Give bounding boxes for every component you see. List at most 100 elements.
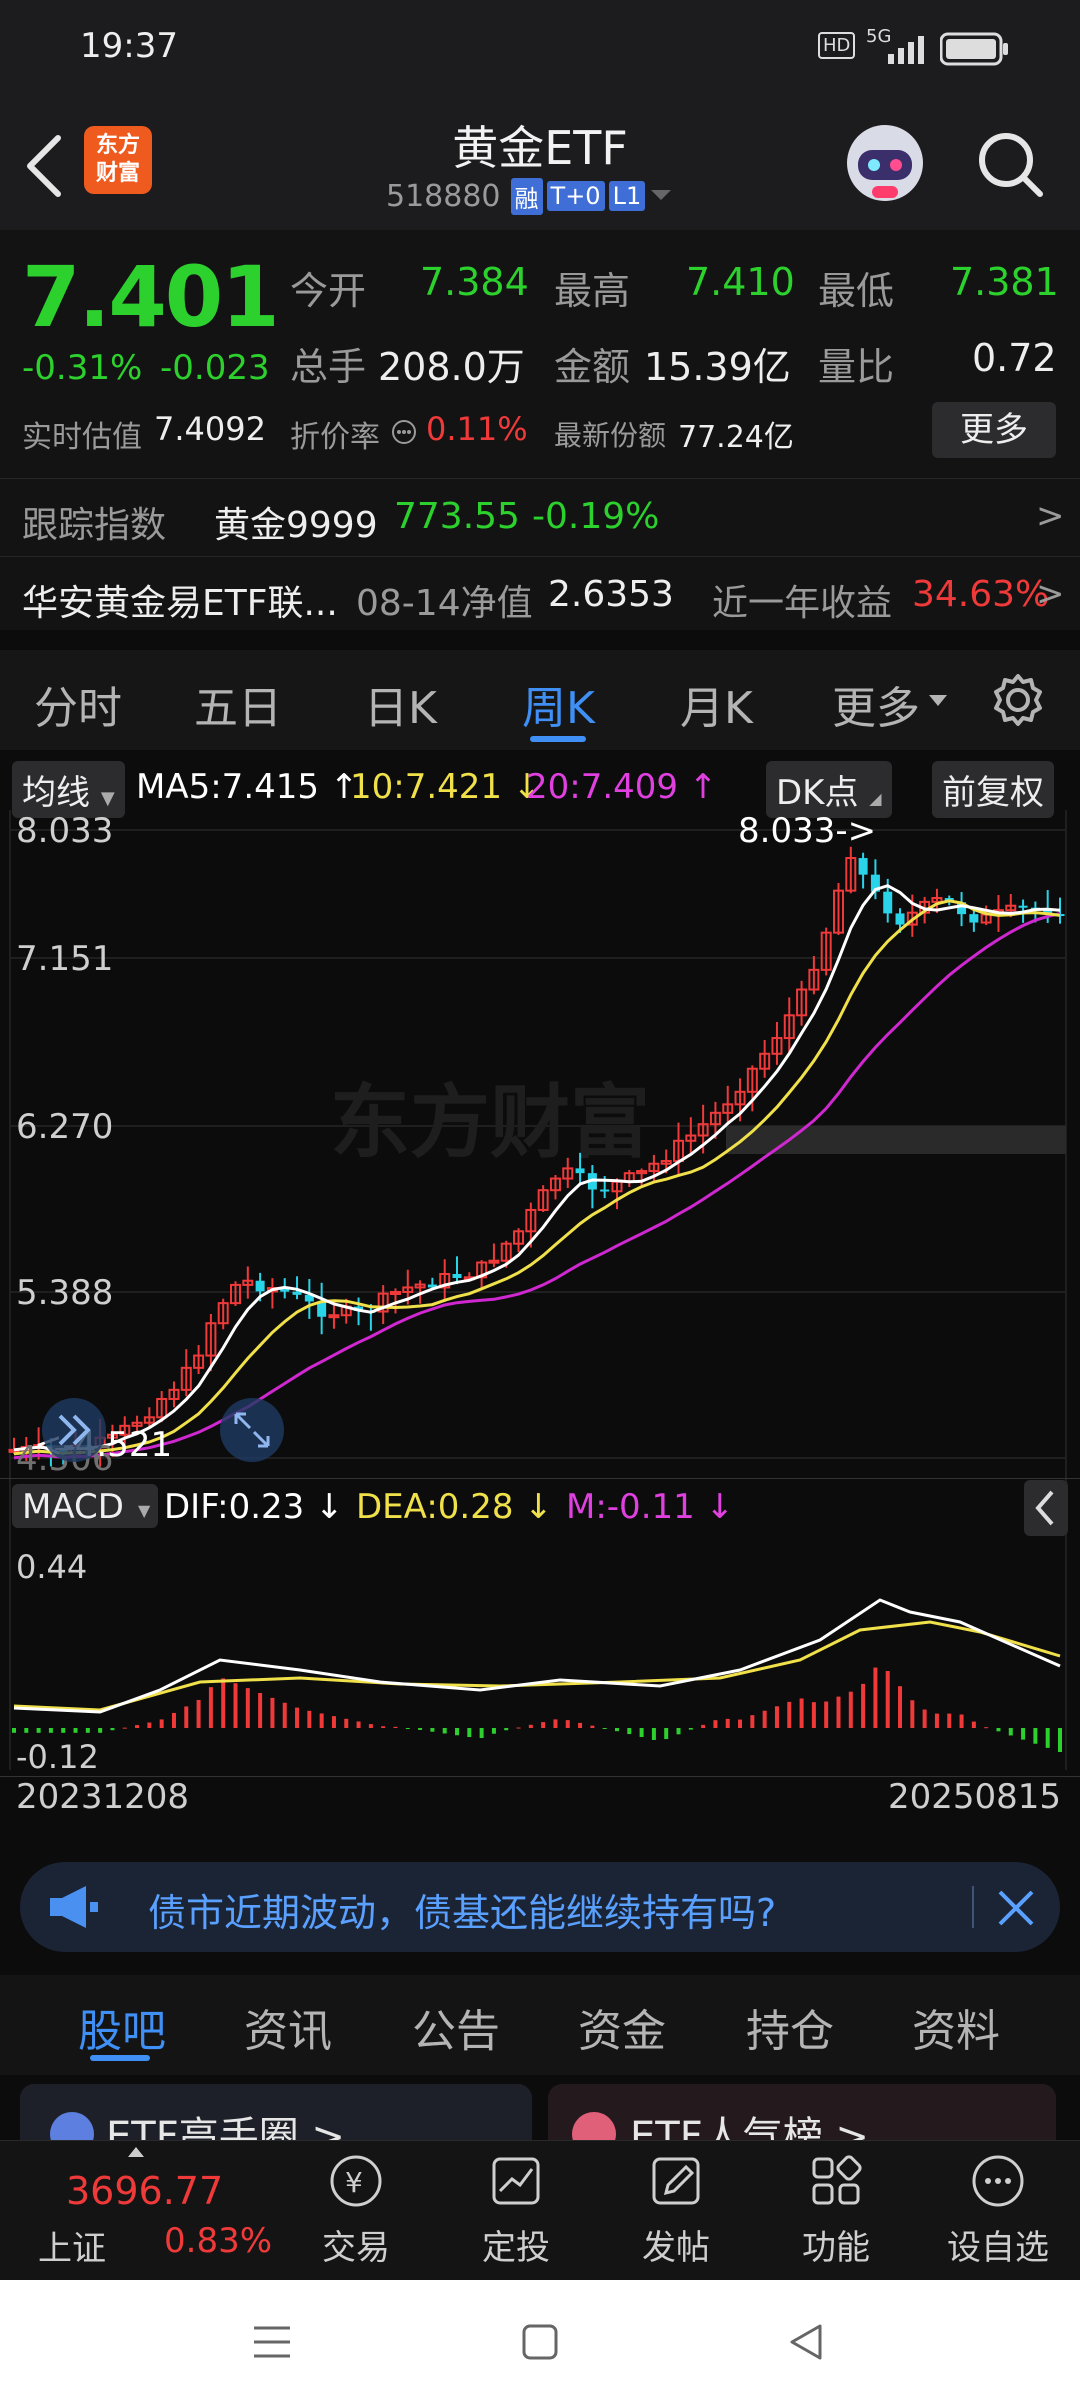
iopv-value: 7.4092: [154, 410, 266, 448]
nav-invest-plan[interactable]: 定投: [456, 2151, 576, 2269]
macd-bar: [836, 1696, 841, 1728]
macd-bar: [1033, 1728, 1038, 1744]
back-nav-icon[interactable]: [786, 2322, 826, 2362]
macd-bar: [73, 1728, 78, 1733]
tracking-index-row[interactable]: 跟踪指数 黄金9999 773.55 -0.19% >: [0, 478, 1080, 556]
chevron-down-icon[interactable]: [649, 188, 673, 204]
grid-icon: [812, 2155, 862, 2205]
tracking-name: 黄金9999: [214, 505, 378, 546]
macd-bar: [393, 1726, 398, 1728]
search-icon[interactable]: [976, 130, 1046, 200]
macd-bar: [1008, 1728, 1013, 1736]
index-ticker[interactable]: 3696.77 上证 0.83%: [0, 2141, 280, 2281]
price-axis-label: 6.270: [16, 1107, 113, 1147]
tab-announcements[interactable]: 公告: [412, 1995, 500, 2059]
macd-bar: [934, 1713, 939, 1728]
expand-left-button[interactable]: [42, 1398, 106, 1462]
open-label: 今开: [290, 269, 367, 313]
settings-gear-icon[interactable]: [990, 672, 1046, 728]
macd-bar: [824, 1701, 829, 1728]
macd-bar: [455, 1728, 460, 1736]
section-tabs: 股吧 资讯 公告 资金 持仓 资料: [0, 1975, 1080, 2075]
high-label: 最高: [554, 269, 631, 313]
tab-holdings[interactable]: 持仓: [746, 1995, 834, 2059]
tab-news[interactable]: 资讯: [244, 1995, 332, 2059]
candle-body: [255, 1280, 265, 1292]
macd-bar: [553, 1719, 558, 1728]
svg-text:¥: ¥: [345, 2166, 363, 2199]
index-change: 0.83%: [164, 2221, 273, 2261]
news-banner[interactable]: 债市近期波动，债基还能继续持有吗?: [20, 1862, 1060, 1952]
robot-assistant-icon[interactable]: [842, 120, 928, 206]
code-row: 518880 融 T+0 L1: [386, 177, 673, 215]
up-triangle-icon: [128, 2147, 144, 2157]
t0-badge: T+0: [546, 181, 605, 211]
candle-body: [328, 1314, 340, 1319]
tab-monthly-k[interactable]: 月K: [680, 672, 753, 736]
nav-functions[interactable]: 功能: [776, 2151, 896, 2269]
tab-more[interactable]: 更多: [832, 672, 920, 736]
nav-add-watchlist[interactable]: 设自选: [938, 2151, 1058, 2269]
macd-bar: [885, 1671, 890, 1728]
nav-trade[interactable]: ¥ 交易: [296, 2151, 416, 2269]
fullscreen-button[interactable]: [220, 1398, 284, 1462]
macd-bar: [725, 1718, 730, 1728]
macd-axis-label: 0.44: [16, 1548, 87, 1586]
macd-bar: [713, 1720, 718, 1728]
tab-weekly-k[interactable]: 周K: [522, 672, 595, 736]
chart-up-icon: [492, 2157, 540, 2205]
ma-indicator-bar: 均线 ▼ MA5:7.415 ↑ 10:7.421 ↓ 20:7.409 ↑ D…: [0, 757, 1080, 818]
tab-profile[interactable]: 资料: [912, 1995, 1000, 2059]
more-button[interactable]: 更多: [932, 402, 1056, 458]
tab-five-day[interactable]: 五日: [194, 672, 282, 736]
volume-value: 208.0万: [378, 345, 525, 389]
price-axis-label: 8.033: [16, 811, 113, 851]
nav-label: 设自选: [947, 2228, 1049, 2268]
macd-bar: [36, 1728, 41, 1733]
collapse-panel-button[interactable]: [1024, 1480, 1068, 1536]
macd-bar: [467, 1728, 472, 1738]
macd-bar: [295, 1707, 300, 1728]
nav-post[interactable]: 发帖: [616, 2151, 736, 2269]
bottom-nav: 3696.77 上证 0.83% ¥ 交易 定投 发帖 功能 设自选: [0, 2140, 1080, 2280]
change-pct: -0.31%: [22, 348, 143, 388]
fund-row[interactable]: 华安黄金易ETF联... 08-14净值 2.6353 近一年收益 34.63%…: [0, 556, 1080, 630]
etf-experts-card[interactable]: ETF高手圈 >: [20, 2084, 532, 2140]
macd-bar: [528, 1724, 533, 1728]
caret-down-icon: [929, 695, 947, 706]
macd-axis-label: -0.12: [16, 1738, 99, 1776]
close-icon[interactable]: [994, 1886, 1038, 1930]
nav-value: 2.6353: [548, 574, 674, 615]
experts-icon: [50, 2112, 94, 2140]
tab-intraday[interactable]: 分时: [34, 672, 122, 736]
caret-down-icon: ▼: [100, 788, 115, 809]
macd-bar: [1045, 1728, 1050, 1748]
macd-selector-label: MACD: [22, 1487, 124, 1527]
info-icon[interactable]: [390, 418, 418, 446]
macd-bar: [898, 1686, 903, 1728]
macd-bar: [171, 1712, 176, 1728]
macd-bar: [676, 1728, 681, 1735]
candle-body: [895, 913, 905, 925]
dif-value: DIF:0.23 ↓: [164, 1487, 344, 1527]
signal-icon: [888, 36, 924, 64]
high-annotation: 8.033->: [738, 811, 876, 851]
tab-guba[interactable]: 股吧: [78, 1995, 166, 2059]
etf-popularity-card[interactable]: ETF人气榜 >: [548, 2084, 1056, 2140]
banner-text: 债市近期波动，债基还能继续持有吗?: [148, 1891, 777, 1935]
return-label: 近一年收益: [712, 583, 893, 624]
tracking-value: 773.55: [394, 496, 520, 537]
tab-funds[interactable]: 资金: [578, 1995, 666, 2059]
macd-bar: [221, 1678, 226, 1728]
trade-icon: ¥: [330, 2155, 382, 2207]
macd-bar: [947, 1713, 952, 1728]
macd-bar: [368, 1724, 373, 1728]
macd-bar: [848, 1691, 853, 1728]
home-icon[interactable]: [522, 2324, 558, 2360]
menu-icon[interactable]: [252, 2324, 292, 2360]
kline-chart[interactable]: 东方财富 8.033 7.151 6.270 5.388 4.506 8.033…: [0, 810, 1080, 1810]
tab-daily-k[interactable]: 日K: [364, 672, 437, 736]
candle-body: [1018, 905, 1028, 908]
candle-body: [600, 1189, 610, 1192]
macd-bar: [61, 1728, 66, 1733]
